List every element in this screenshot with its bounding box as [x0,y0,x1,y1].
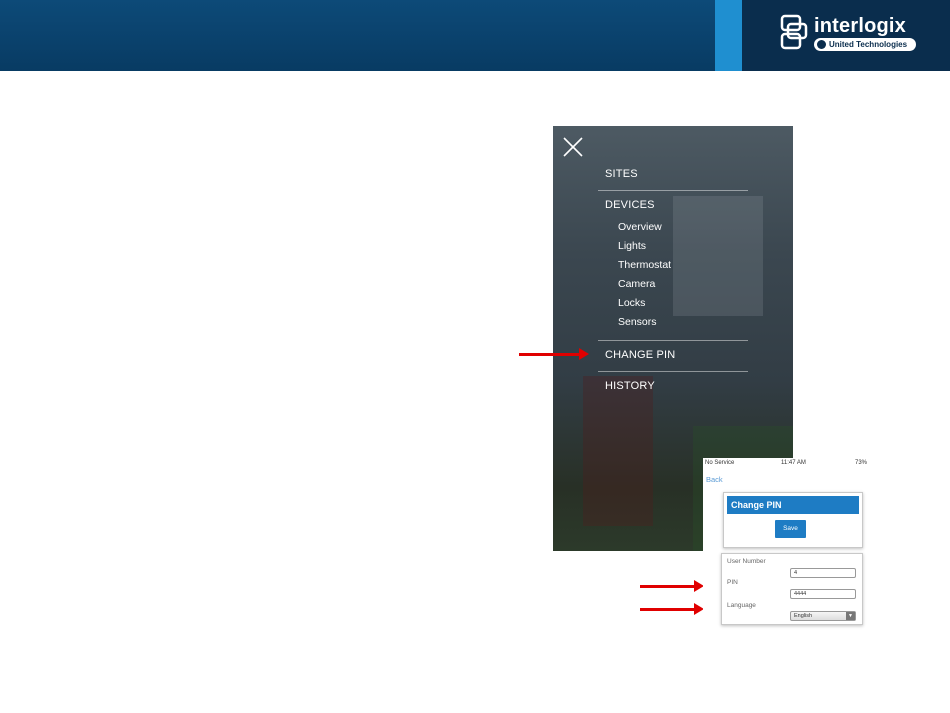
pin-label: PIN [727,579,738,586]
pin-field[interactable]: 4444 [790,589,856,599]
status-bar: No Service 11:47 AM 73% [705,460,885,470]
change-pin-card: Change PIN Save [723,492,863,548]
menu-item-camera[interactable]: Camera [618,278,655,290]
menu-item-thermostat[interactable]: Thermostat [618,259,671,271]
menu-item-sites[interactable]: SITES [605,168,638,180]
callout-arrow-language [640,603,704,615]
user-number-field[interactable]: 4 [790,568,856,578]
menu-item-lights[interactable]: Lights [618,240,646,252]
callout-arrow-pin [640,580,704,592]
background-blur [583,376,653,526]
change-pin-screenshot: No Service 11:47 AM 73% Back Change PIN … [703,458,888,643]
save-button[interactable]: Save [775,520,806,538]
brand-logo: interlogix United Technologies [780,14,920,56]
language-select-value: English [794,613,813,619]
close-icon[interactable] [561,135,585,159]
change-pin-title: Change PIN [727,496,859,514]
battery-text: 73% [855,460,868,466]
clock-text: 11:47 AM [781,460,806,466]
language-label: Language [727,602,756,609]
callout-arrow-change-pin [519,348,589,360]
carrier-text: No Service [705,460,735,466]
header-accent-stripe [715,0,742,71]
chevron-down-icon: ▼ [846,612,855,620]
slide: interlogix United Technologies SITES DEV… [0,0,950,713]
brand-tagline-pill: United Technologies [814,38,916,51]
menu-item-sensors[interactable]: Sensors [618,316,657,328]
user-number-label: User Number [727,558,766,565]
utc-logo-icon [817,40,826,49]
brand-tagline: United Technologies [829,40,908,49]
menu-divider [598,190,748,191]
back-link[interactable]: Back [706,475,723,484]
brand-name: interlogix [814,15,907,37]
menu-item-locks[interactable]: Locks [618,297,645,309]
language-select[interactable]: English ▼ [790,611,856,621]
pin-form-card: User Number 4 PIN 4444 Language English … [721,553,863,625]
menu-item-change-pin[interactable]: CHANGE PIN [605,349,675,361]
menu-item-overview[interactable]: Overview [618,221,662,233]
menu-divider [598,371,748,372]
menu-item-history[interactable]: HISTORY [605,380,655,392]
menu-divider [598,340,748,341]
background-blur [673,196,763,316]
header-band: interlogix United Technologies [0,0,950,71]
menu-item-devices[interactable]: DEVICES [605,199,655,211]
interlogix-logo-icon [780,14,808,50]
